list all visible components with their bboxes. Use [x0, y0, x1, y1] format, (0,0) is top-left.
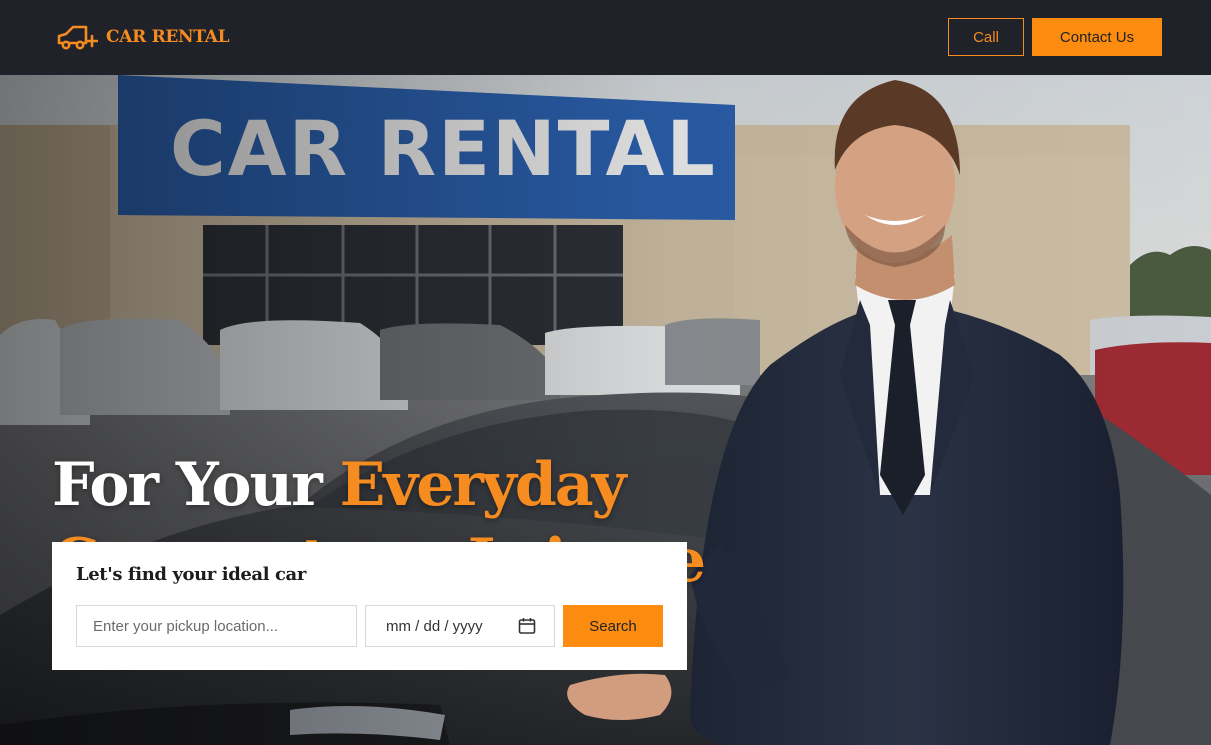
- pickup-location-input[interactable]: [76, 605, 357, 647]
- calendar-icon[interactable]: [518, 617, 536, 635]
- car-plus-icon: [57, 25, 98, 50]
- call-button[interactable]: Call: [948, 18, 1024, 56]
- search-title: Let's find your ideal car: [76, 564, 306, 585]
- search-button[interactable]: Search: [563, 605, 663, 647]
- contact-us-button[interactable]: Contact Us: [1032, 18, 1162, 56]
- navbar: CAR RENTAL Call Contact Us: [0, 0, 1211, 75]
- brand-logo[interactable]: CAR RENTAL: [56, 21, 230, 53]
- pickup-date-field[interactable]: mm / dd / yyyy: [365, 605, 555, 647]
- brand-name: CAR RENTAL: [106, 27, 230, 47]
- date-placeholder: mm / dd / yyyy: [386, 617, 483, 635]
- headline-accent-everyday: Everyday: [339, 450, 627, 520]
- headline-part-1: For Your: [52, 450, 340, 520]
- search-card: Let's find your ideal car mm / dd / yyyy…: [52, 542, 687, 670]
